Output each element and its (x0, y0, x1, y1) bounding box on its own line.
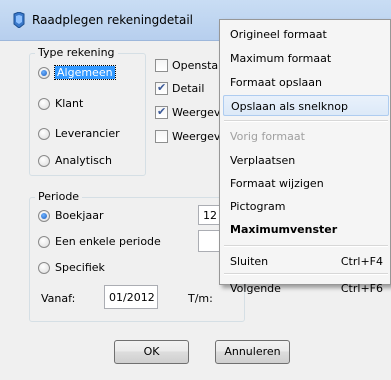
ok-button[interactable]: OK (114, 340, 189, 364)
menu-item-vorig-formaat: Vorig formaat (230, 130, 305, 143)
checkbox-weergeven-2-label[interactable]: Weergev (172, 130, 220, 143)
vanaf-label: Vanaf: (41, 292, 76, 305)
checkbox-weergeven-1[interactable] (155, 105, 168, 119)
radio-een-enkele-periode-label[interactable]: Een enkele periode (55, 235, 161, 248)
radio-leverancier-label[interactable]: Leverancier (55, 127, 120, 140)
menu-item-volgende[interactable]: Volgende Ctrl+F6 (223, 278, 389, 299)
tm-label: T/m: (188, 292, 213, 305)
radio-klant[interactable] (38, 98, 50, 110)
menu-item-sluiten[interactable]: Sluiten Ctrl+F4 (223, 251, 389, 272)
vanaf-input[interactable]: 01/2012 (104, 285, 158, 309)
menu-separator (224, 245, 388, 247)
shortcut-volgende: Ctrl+F6 (340, 282, 383, 295)
type-rekening-label: Type rekening (35, 46, 118, 59)
menu-item-maximum-formaat[interactable]: Maximum formaat (223, 48, 389, 69)
radio-leverancier[interactable] (38, 128, 50, 140)
checkbox-openstaand-label[interactable]: Opensta (172, 59, 218, 72)
system-context-menu: Origineel formaat Maximum formaat Formaa… (219, 19, 391, 295)
boekjaar-value: 12 (203, 209, 217, 222)
radio-analytisch[interactable] (38, 155, 50, 167)
checkbox-detail[interactable] (155, 81, 168, 95)
periode-label: Periode (35, 190, 83, 203)
vanaf-value: 01/2012 (109, 291, 155, 304)
radio-algemeen[interactable] (38, 67, 50, 79)
menu-separator (224, 273, 388, 275)
shortcut-sluiten: Ctrl+F4 (340, 255, 383, 268)
annuleren-button[interactable]: Annuleren (215, 340, 290, 364)
menu-item-maximumvenster[interactable]: Maximumvenster (223, 219, 389, 240)
menu-separator (224, 120, 388, 122)
radio-specifiek[interactable] (38, 262, 50, 274)
app-icon[interactable] (12, 11, 26, 29)
radio-specifiek-label[interactable]: Specifiek (55, 261, 105, 274)
radio-klant-label[interactable]: Klant (55, 97, 83, 110)
radio-een-enkele-periode[interactable] (38, 236, 50, 248)
menu-item-pictogram[interactable]: Pictogram (223, 196, 389, 217)
radio-boekjaar-label[interactable]: Boekjaar (55, 209, 103, 222)
menu-item-verplaatsen[interactable]: Verplaatsen (223, 150, 389, 171)
checkbox-openstaand[interactable] (155, 59, 168, 72)
menu-item-formaat-wijzigen[interactable]: Formaat wijzigen (223, 173, 389, 194)
radio-boekjaar[interactable] (38, 210, 50, 222)
menu-item-formaat-opslaan[interactable]: Formaat opslaan (223, 72, 389, 93)
window-title: Raadplegen rekeningdetail (32, 13, 193, 27)
checkbox-weergeven-1-label[interactable]: Weergev (172, 106, 220, 119)
menu-item-opslaan-als-snelknop[interactable]: Opslaan als snelknop (223, 95, 389, 116)
menu-item-origineel-formaat[interactable]: Origineel formaat (223, 24, 389, 45)
radio-algemeen-label[interactable]: Algemeen (54, 65, 116, 80)
radio-analytisch-label[interactable]: Analytisch (55, 154, 112, 167)
checkbox-detail-label[interactable]: Detail (172, 82, 204, 95)
checkbox-weergeven-2[interactable] (155, 130, 168, 143)
